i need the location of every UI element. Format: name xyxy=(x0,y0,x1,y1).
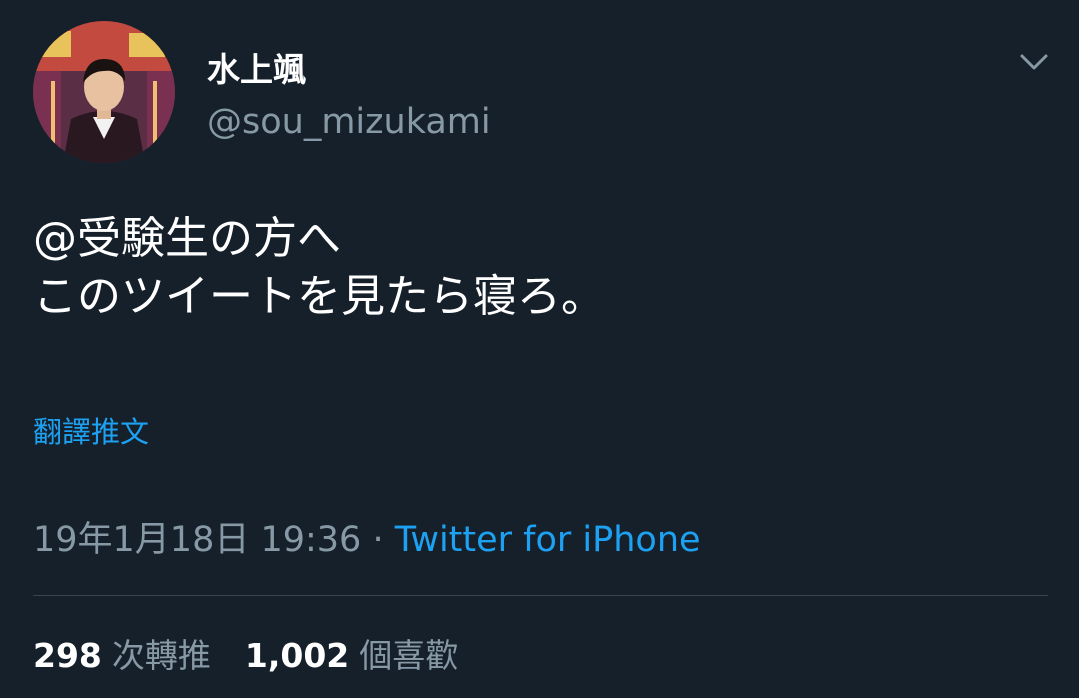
tweet-menu-button[interactable] xyxy=(1016,46,1052,78)
retweets-count: 298 xyxy=(33,636,102,675)
tweet-source-link[interactable]: Twitter for iPhone xyxy=(395,520,701,560)
avatar[interactable] xyxy=(33,21,175,163)
divider xyxy=(33,595,1048,596)
tweet-text: @受験生の方へ このツイートを見たら寝ろ。 xyxy=(33,210,605,326)
tweet-metadata: 19年1月18日 19:36 · Twitter for iPhone xyxy=(33,518,701,562)
likes-label: 個喜歡 xyxy=(359,636,459,675)
user-handle[interactable]: @sou_mizukami xyxy=(207,100,491,144)
tweet-text-line: @受験生の方へ xyxy=(33,213,341,264)
tweet-timestamp[interactable]: 19年1月18日 19:36 xyxy=(33,520,361,560)
tweet-stats: 298 次轉推 1,002 個喜歡 xyxy=(33,634,458,678)
display-name[interactable]: 水上颯 xyxy=(207,50,306,90)
chevron-down-icon xyxy=(1020,54,1048,70)
meta-separator: · xyxy=(361,520,395,560)
profile-photo-icon xyxy=(33,21,175,163)
retweets-stat[interactable]: 298 次轉推 xyxy=(33,634,211,678)
tweet-detail: 水上颯 @sou_mizukami @受験生の方へ このツイートを見たら寝ろ。 … xyxy=(0,0,1079,698)
tweet-text-line: このツイートを見たら寝ろ。 xyxy=(33,271,605,322)
translate-tweet-link[interactable]: 翻譯推文 xyxy=(33,414,149,450)
likes-count: 1,002 xyxy=(244,636,350,675)
retweets-label: 次轉推 xyxy=(111,636,211,675)
likes-stat[interactable]: 1,002 個喜歡 xyxy=(245,634,458,678)
